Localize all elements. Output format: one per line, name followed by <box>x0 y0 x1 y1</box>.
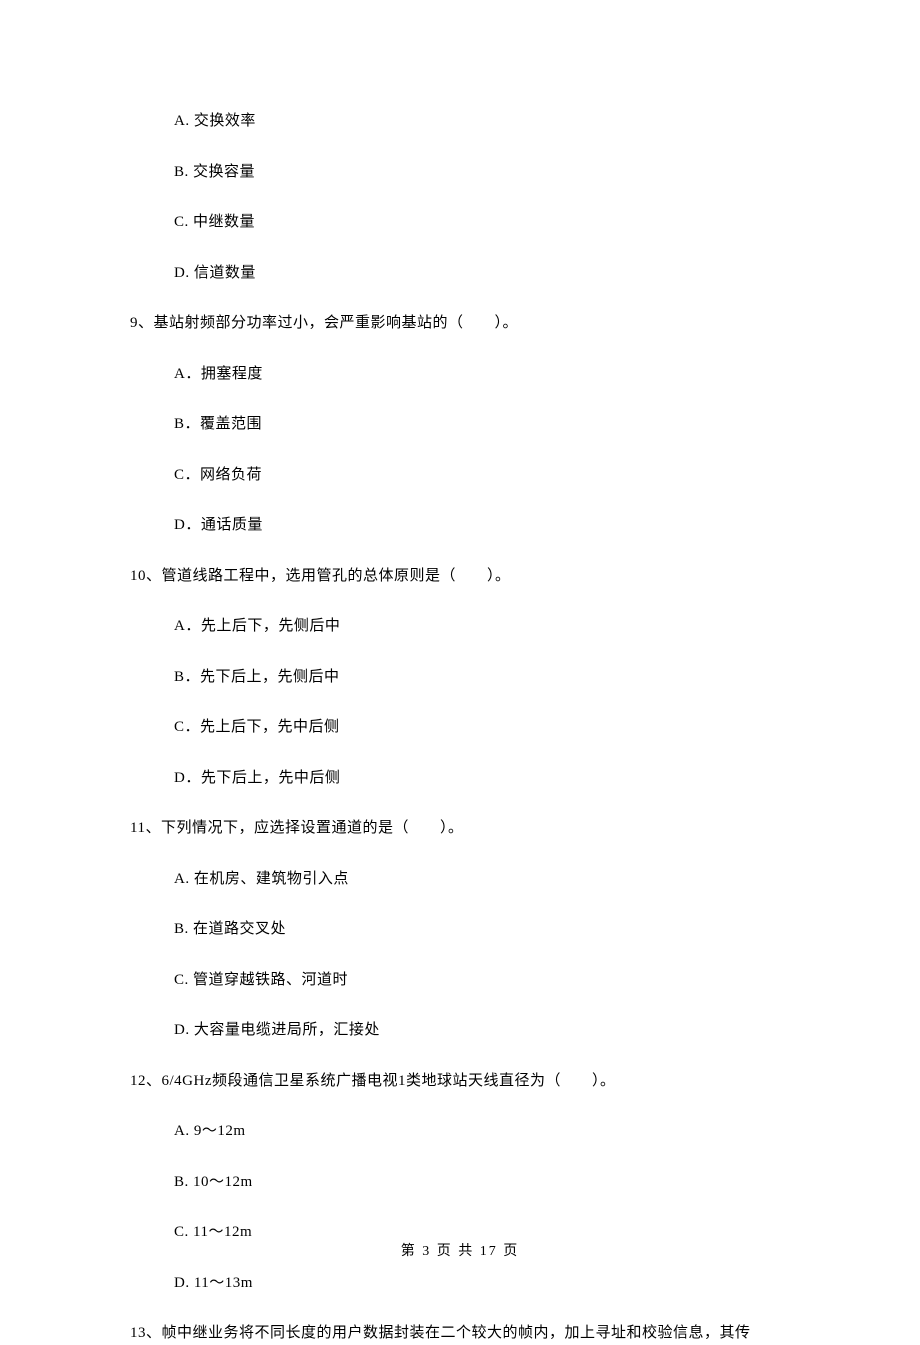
q12-option-a: A. 9～12m <box>174 1120 790 1143</box>
q12-option-b: B. 10～12m <box>174 1171 790 1194</box>
q11-option-a: A. 在机房、建筑物引入点 <box>174 868 790 891</box>
q11-option-b: B. 在道路交叉处 <box>174 918 790 941</box>
q9-option-c: C．网络负荷 <box>174 464 790 487</box>
q10-option-b: B．先下后上，先侧后中 <box>174 666 790 689</box>
question-10: 10、管道线路工程中，选用管孔的总体原则是（ ）。 <box>130 565 790 588</box>
q10-option-c: C．先上后下，先中后侧 <box>174 716 790 739</box>
question-11: 11、下列情况下，应选择设置通道的是（ ）。 <box>130 817 790 840</box>
option-c: C. 中继数量 <box>174 211 790 234</box>
q9-option-b: B．覆盖范围 <box>174 413 790 436</box>
question-13: 13、帧中继业务将不同长度的用户数据封装在二个较大的帧内，加上寻址和校验信息，其… <box>130 1322 790 1345</box>
q10-option-d: D．先下后上，先中后侧 <box>174 767 790 790</box>
q9-option-d: D．通话质量 <box>174 514 790 537</box>
question-12: 12、6/4GHz频段通信卫星系统广播电视1类地球站天线直径为（ ）。 <box>130 1070 790 1093</box>
page-footer: 第 3 页 共 17 页 <box>0 1240 920 1260</box>
question-9: 9、基站射频部分功率过小，会严重影响基站的（ ）。 <box>130 312 790 335</box>
q11-option-d: D. 大容量电缆进局所，汇接处 <box>174 1019 790 1042</box>
q11-option-c: C. 管道穿越铁路、河道时 <box>174 969 790 992</box>
option-a: A. 交换效率 <box>174 110 790 133</box>
q10-option-a: A．先上后下，先侧后中 <box>174 615 790 638</box>
option-b: B. 交换容量 <box>174 161 790 184</box>
q9-option-a: A．拥塞程度 <box>174 363 790 386</box>
q12-option-d: D. 11～13m <box>174 1272 790 1295</box>
option-d: D. 信道数量 <box>174 262 790 285</box>
